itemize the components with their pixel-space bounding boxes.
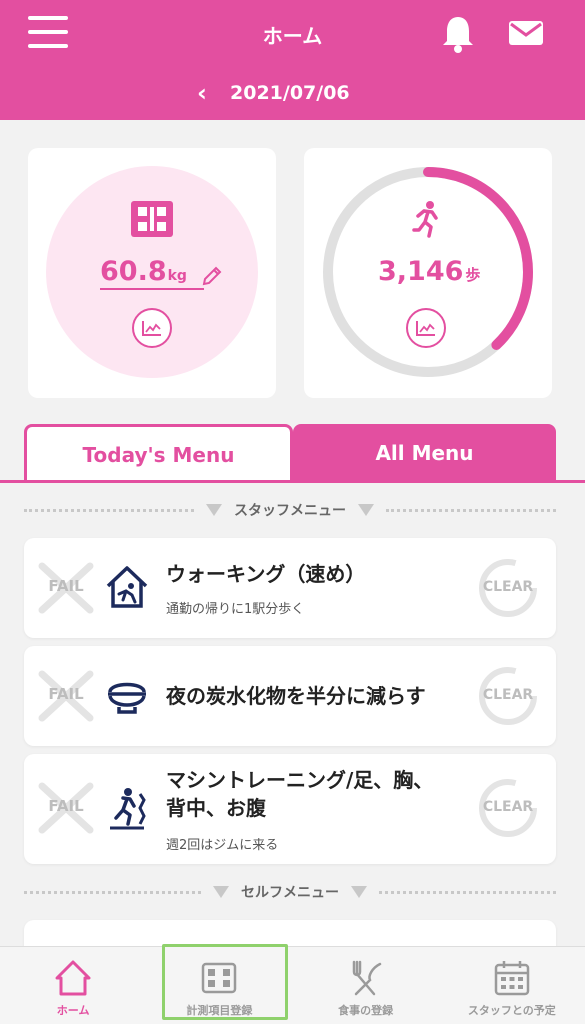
current-date: 2021/07/06 (230, 82, 350, 104)
fail-label: FAIL (48, 685, 84, 703)
date-navigator: ‹ 2021/07/06 (190, 78, 350, 108)
mail-icon[interactable] (508, 18, 544, 48)
menu-item-title-line2: 背中、お腹 (166, 796, 266, 820)
menu-item-title: 夜の炭水化物を半分に減らす (166, 684, 426, 708)
menu-tabs: Today's Menu All Menu (24, 424, 556, 482)
clear-label: CLEAR (482, 579, 534, 595)
nav-label: ホーム (56, 1004, 90, 1017)
steps-value-row: 3,146 歩 (378, 256, 498, 292)
walking-home-icon (106, 566, 148, 608)
triangle-down-icon (213, 886, 229, 898)
fail-label: FAIL (48, 577, 84, 595)
menu-item-title: ウォーキング（速め） (166, 562, 366, 586)
home-icon (55, 960, 91, 996)
steps-value: 3,146 (378, 256, 464, 287)
clear-button[interactable]: CLEAR (478, 778, 538, 838)
chart-icon (416, 321, 435, 336)
tab-all-menu[interactable]: All Menu (293, 424, 556, 482)
fail-button[interactable]: FAIL (38, 562, 94, 614)
pencil-icon[interactable] (200, 264, 224, 288)
weight-graph-button[interactable] (132, 308, 172, 348)
running-icon (412, 201, 438, 238)
dotted-divider (386, 508, 556, 512)
section-header-staff: スタッフメニュー (24, 498, 556, 522)
weight-card[interactable]: 60.8 kg (28, 148, 276, 398)
tab-divider (0, 480, 585, 483)
menu-item-machine-training[interactable]: FAIL マシントレーニング/足、胸、 背中、お腹 週2回はジムに来る CLEA… (24, 754, 556, 864)
nav-staff-schedule[interactable]: スタッフとの予定 (439, 947, 585, 1024)
section-header-self: セルフメニュー (24, 880, 556, 904)
treadmill-icon (110, 788, 146, 830)
app-header: ホーム ‹ 2021/07/06 (0, 0, 585, 120)
steps-unit: 歩 (465, 266, 481, 284)
bell-icon[interactable] (440, 14, 476, 54)
menu-item-subtitle: 通勤の帰りに1駅分歩く (166, 602, 305, 617)
menu-item-title: マシントレーニング/足、胸、 (166, 768, 434, 792)
weight-underline (100, 288, 204, 290)
dotted-divider (24, 508, 194, 512)
fail-button[interactable]: FAIL (38, 670, 94, 722)
section-label-self: セルフメニュー (241, 885, 339, 901)
nav-meal-register[interactable]: 食事の登録 (293, 947, 439, 1024)
page-title: ホーム (262, 24, 323, 48)
triangle-down-icon (351, 886, 367, 898)
menu-item-walking[interactable]: FAIL ウォーキング（速め） 通勤の帰りに1駅分歩く CLEAR (24, 538, 556, 638)
triangle-down-icon (206, 504, 222, 516)
selection-highlight (162, 944, 288, 1020)
nav-label: スタッフとの予定 (467, 1004, 556, 1017)
fork-knife-icon (352, 960, 381, 996)
section-label-staff: スタッフメニュー (234, 503, 346, 519)
clear-label: CLEAR (482, 687, 534, 703)
dotted-divider (379, 890, 556, 894)
triangle-down-icon (358, 504, 374, 516)
weight-value: 60.8 (100, 256, 167, 287)
clear-label: CLEAR (482, 799, 534, 815)
weight-unit: kg (167, 268, 187, 284)
fail-button[interactable]: FAIL (38, 782, 94, 834)
menu-item-carbs[interactable]: FAIL 夜の炭水化物を半分に減らす CLEAR (24, 646, 556, 746)
clear-button[interactable]: CLEAR (478, 558, 538, 618)
steps-graph-button[interactable] (406, 308, 446, 348)
scale-icon (131, 201, 173, 237)
steps-card[interactable]: 3,146 歩 (304, 148, 552, 398)
nav-label: 食事の登録 (338, 1004, 394, 1017)
rice-bowl-icon (108, 682, 146, 714)
clear-button[interactable]: CLEAR (478, 666, 538, 726)
tab-todays-menu[interactable]: Today's Menu (24, 424, 293, 482)
chart-icon (142, 321, 161, 336)
chevron-left-icon[interactable]: ‹ (190, 79, 214, 107)
bottom-nav: ホーム 計測項目登録 食事の登録 スタッフとの予定 (0, 946, 585, 1024)
calendar-icon (494, 961, 530, 996)
dotted-divider (24, 890, 201, 894)
fail-label: FAIL (48, 797, 84, 815)
nav-home[interactable]: ホーム (0, 947, 146, 1024)
menu-item-subtitle: 週2回はジムに来る (166, 838, 279, 853)
